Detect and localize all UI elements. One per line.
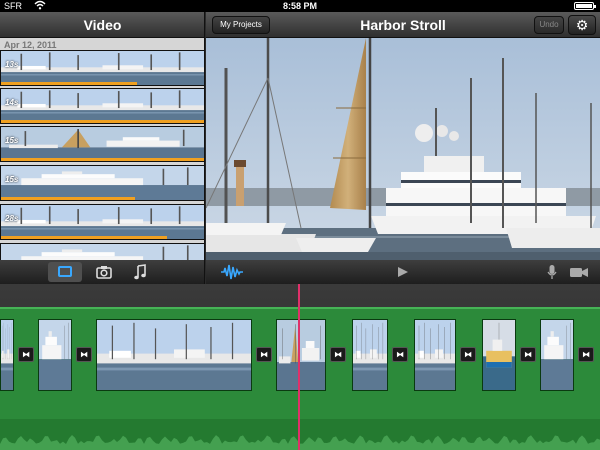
tab-photos[interactable] bbox=[94, 262, 114, 282]
gear-icon: ⚙ bbox=[575, 17, 589, 33]
my-projects-button[interactable]: My Projects bbox=[212, 16, 270, 34]
library-title: Video bbox=[83, 17, 122, 33]
library-header: Video bbox=[0, 12, 205, 38]
camera-icon bbox=[96, 266, 112, 279]
clip-thumbnail bbox=[1, 166, 204, 200]
audio-waveform-button[interactable] bbox=[220, 262, 244, 282]
library-clip[interactable] bbox=[0, 243, 204, 260]
status-bar: SFR 8:58 PM bbox=[0, 0, 600, 12]
transition-icon[interactable]: ⧓ bbox=[578, 347, 594, 362]
play-icon bbox=[398, 267, 408, 277]
timeline-clip[interactable] bbox=[352, 319, 388, 391]
project-timeline[interactable]: ⧓ ⧓ ⧓ ⧓ ⧓ ⧓ ⧓ ⧓ bbox=[0, 284, 600, 450]
timeline-clip[interactable] bbox=[414, 319, 456, 391]
tab-audio[interactable] bbox=[132, 262, 148, 282]
project-header: Harbor Stroll My Projects Undo ⚙ bbox=[206, 12, 600, 38]
battery-icon bbox=[574, 2, 596, 10]
video-camera-icon bbox=[570, 268, 588, 277]
timeline-clip[interactable] bbox=[276, 319, 326, 391]
timeline-clip[interactable] bbox=[38, 319, 72, 391]
clip-duration: 28s bbox=[5, 214, 19, 223]
library-clip[interactable]: 15s bbox=[0, 165, 204, 201]
media-type-tabs bbox=[0, 260, 205, 284]
timeline-clip[interactable] bbox=[0, 319, 14, 391]
transition-icon[interactable]: ⧓ bbox=[18, 347, 34, 362]
clip-used-marker bbox=[1, 120, 204, 123]
clip-used-marker bbox=[1, 236, 168, 239]
timeline-clip[interactable] bbox=[96, 319, 252, 391]
clip-thumbnail bbox=[1, 89, 204, 123]
clip-used-marker bbox=[1, 197, 135, 200]
transition-icon[interactable]: ⧓ bbox=[330, 347, 346, 362]
clip-thumbnail bbox=[1, 244, 204, 260]
clip-duration: 15s bbox=[5, 175, 19, 184]
transition-icon[interactable]: ⧓ bbox=[392, 347, 408, 362]
clip-duration: 13s bbox=[5, 60, 19, 69]
music-note-icon bbox=[134, 264, 146, 280]
transition-icon[interactable]: ⧓ bbox=[520, 347, 536, 362]
video-preview[interactable] bbox=[206, 38, 600, 260]
timeline-clip[interactable] bbox=[482, 319, 516, 391]
library-clip[interactable]: 28s bbox=[0, 204, 204, 240]
library-clip[interactable]: 15s bbox=[0, 126, 204, 162]
screen-icon bbox=[58, 266, 72, 277]
preview-frame bbox=[206, 38, 600, 260]
microphone-icon bbox=[547, 265, 557, 279]
clip-thumbnail bbox=[1, 205, 204, 239]
audio-waveform bbox=[0, 435, 600, 450]
clip-library[interactable]: Apr 12, 2011 13s 14s 15s 15s 28s bbox=[0, 38, 205, 260]
play-button[interactable] bbox=[396, 262, 410, 282]
transition-icon[interactable]: ⧓ bbox=[76, 347, 92, 362]
clip-thumbnail bbox=[1, 51, 204, 85]
waveform-icon bbox=[221, 264, 243, 280]
transition-icon[interactable]: ⧓ bbox=[256, 347, 272, 362]
undo-button[interactable]: Undo bbox=[534, 16, 564, 34]
audio-track bbox=[0, 419, 600, 450]
record-video-button[interactable] bbox=[568, 262, 590, 282]
transition-icon[interactable]: ⧓ bbox=[460, 347, 476, 362]
playhead[interactable] bbox=[298, 284, 300, 450]
library-clip[interactable]: 13s bbox=[0, 50, 204, 86]
clip-used-marker bbox=[1, 82, 137, 85]
playback-toolbar bbox=[206, 260, 600, 284]
clock: 8:58 PM bbox=[282, 1, 317, 11]
library-clip[interactable]: 14s bbox=[0, 88, 204, 124]
record-voiceover-button[interactable] bbox=[546, 262, 558, 282]
tab-video[interactable] bbox=[48, 262, 82, 282]
settings-button[interactable]: ⚙ bbox=[568, 15, 596, 35]
clip-used-marker bbox=[1, 158, 204, 161]
clip-duration: 15s bbox=[5, 136, 19, 145]
library-date: Apr 12, 2011 bbox=[4, 40, 57, 50]
timeline-clip[interactable] bbox=[540, 319, 574, 391]
clip-thumbnail bbox=[1, 127, 204, 161]
clip-duration: 14s bbox=[5, 98, 19, 107]
